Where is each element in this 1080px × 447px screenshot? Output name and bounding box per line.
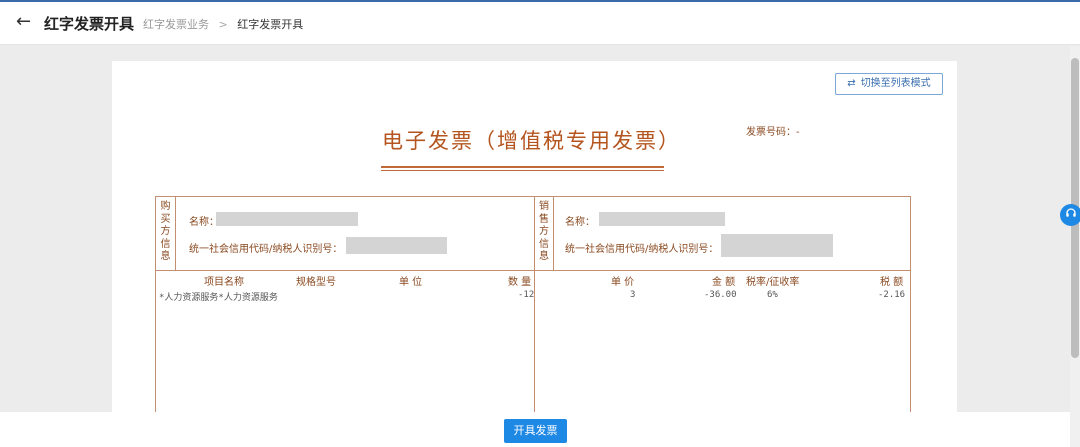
- breadcrumb: 红字发票业务 > 红字发票开具: [143, 16, 303, 32]
- seller-section-label: 销 售 方 信 息: [534, 197, 554, 270]
- item-unit-price: 3: [630, 290, 636, 300]
- buyer-tax-id-redacted: [346, 237, 447, 254]
- buyer-label-char: 方: [160, 226, 171, 237]
- invoice-preview: ⇄ 切换至列表模式 电子发票（增值税专用发票） 发票号码：- 购 买 方 信 息 …: [112, 61, 957, 422]
- item-tax-rate: 6%: [767, 290, 778, 300]
- seller-tax-id-label: 统一社会信用代码/纳税人识别号：: [565, 244, 719, 255]
- buyer-name-redacted: [216, 212, 358, 226]
- arrow-left-icon[interactable]: ←: [16, 11, 36, 33]
- top-accent-line: [0, 0, 1080, 2]
- invoice-title: 电子发票（增值税专用发票）: [382, 129, 681, 153]
- seller-label-char: 销: [539, 201, 549, 212]
- switch-button-label: 切换至列表模式: [860, 78, 931, 89]
- title-underline-thin: [381, 170, 664, 171]
- swap-icon: ⇄: [847, 78, 856, 89]
- column-header-quantity: 数 量: [508, 277, 532, 288]
- page-title: 红字发票开具: [44, 15, 135, 33]
- buyer-name-label: 名称：: [189, 217, 219, 228]
- buyer-tax-id-label: 统一社会信用代码/纳税人识别号：: [189, 244, 343, 255]
- invoice-number-label: 发票号码：: [746, 127, 796, 138]
- seller-label-char: 息: [539, 251, 549, 262]
- headset-icon[interactable]: [1060, 204, 1080, 226]
- seller-name-label: 名称：: [565, 217, 595, 228]
- breadcrumb-separator: >: [218, 18, 228, 31]
- seller-label-char: 售: [539, 213, 549, 225]
- title-underline: [381, 166, 664, 168]
- buyer-label-char: 息: [160, 251, 171, 262]
- party-info-row: 购 买 方 信 息 名称： 统一社会信用代码/纳税人识别号： 销 售 方 信 息…: [156, 197, 910, 271]
- seller-tax-id-redacted: [721, 234, 833, 257]
- switch-to-list-mode-button[interactable]: ⇄ 切换至列表模式: [835, 73, 943, 95]
- invoice-number-value: -: [796, 127, 800, 138]
- buyer-label-char: 买: [160, 213, 171, 225]
- headset-glyph: [1066, 208, 1076, 217]
- buyer-label-char: 信: [160, 238, 171, 250]
- breadcrumb-item-current: 红字发票开具: [237, 18, 304, 31]
- invoice-number: 发票号码：-: [746, 123, 800, 138]
- column-header-unit-price: 单 价: [611, 277, 635, 288]
- column-header-amount: 金 额: [712, 277, 736, 288]
- column-header-tax-rate: 税率/征收率: [746, 277, 800, 288]
- seller-label-char: 方: [539, 226, 549, 237]
- top-bar: ← 红字发票开具 红字发票业务 > 红字发票开具: [0, 0, 1080, 45]
- seller-label-char: 信: [539, 238, 549, 250]
- breadcrumb-item-business[interactable]: 红字发票业务: [143, 18, 209, 31]
- item-quantity: -12: [518, 290, 535, 300]
- seller-name-redacted: [599, 212, 725, 226]
- column-header-spec: 规格型号: [296, 277, 336, 288]
- item-amount: -36.00: [704, 290, 737, 300]
- invoice-table: 购 买 方 信 息 名称： 统一社会信用代码/纳税人识别号： 销 售 方 信 息…: [155, 196, 911, 422]
- column-header-unit: 单 位: [399, 277, 423, 288]
- column-header-item-name: 项目名称: [204, 277, 244, 288]
- item-name: *人力资源服务*人力资源服务: [159, 293, 278, 303]
- issue-invoice-button[interactable]: 开具发票: [504, 419, 567, 443]
- item-tax: -2.16: [878, 290, 906, 300]
- column-header-tax: 税 额: [880, 277, 904, 288]
- buyer-label-char: 购: [160, 201, 171, 212]
- buyer-section-label: 购 买 方 信 息: [156, 197, 176, 270]
